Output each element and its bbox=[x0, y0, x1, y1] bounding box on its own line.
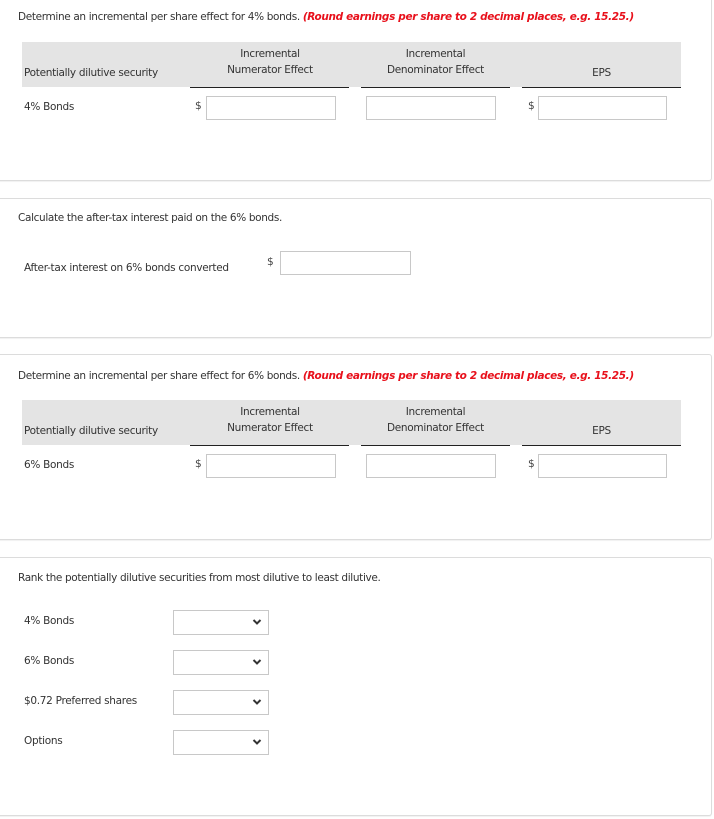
row-label-4pct-bonds: 4% Bonds bbox=[24, 101, 75, 113]
instruction-after-tax: Calculate the after-tax interest paid on… bbox=[18, 212, 282, 224]
instruction-text: Determine an incremental per share effec… bbox=[18, 11, 300, 23]
rank-label-6pct-bonds: 6% Bonds bbox=[24, 655, 75, 667]
header-numerator-line1: Incremental bbox=[240, 48, 300, 60]
header-security: Potentially dilutive security bbox=[24, 425, 158, 437]
eps-table-4pct: Potentially dilutive security Incrementa… bbox=[1, 42, 701, 132]
eps-input[interactable] bbox=[538, 454, 667, 478]
eps-table-6pct: Potentially dilutive security Incrementa… bbox=[1, 400, 701, 490]
header-underline-numerator bbox=[190, 87, 349, 88]
currency-symbol: $ bbox=[528, 458, 535, 470]
chevron-down-icon bbox=[252, 619, 262, 625]
denominator-effect-input[interactable] bbox=[366, 96, 496, 120]
eps-input[interactable] bbox=[538, 96, 667, 120]
panel-4pct-bonds-eps: Determine an incremental per share effec… bbox=[0, 0, 712, 181]
header-underline-numerator bbox=[190, 445, 349, 446]
rounding-hint: (Round earnings per share to 2 decimal p… bbox=[302, 11, 634, 23]
header-eps: EPS bbox=[592, 425, 611, 437]
header-underline-eps bbox=[522, 445, 681, 446]
header-security: Potentially dilutive security bbox=[24, 67, 158, 79]
rank-select-6pct-bonds[interactable] bbox=[173, 650, 269, 675]
header-numerator-line1: Incremental bbox=[240, 406, 300, 418]
after-tax-interest-input[interactable] bbox=[280, 251, 411, 275]
currency-symbol: $ bbox=[528, 100, 535, 112]
header-denominator-line2: Denominator Effect bbox=[386, 64, 485, 76]
instruction-6pct-eps: Determine an incremental per share effec… bbox=[18, 370, 634, 382]
header-underline-denominator bbox=[361, 445, 510, 446]
header-denominator-line1: Incremental bbox=[405, 48, 466, 60]
panel-after-tax-interest: Calculate the after-tax interest paid on… bbox=[0, 198, 712, 338]
rank-select-options[interactable] bbox=[173, 730, 269, 755]
header-denominator: Incremental Denominator Effect bbox=[361, 404, 510, 436]
header-underline-eps bbox=[522, 87, 681, 88]
header-denominator-line1: Incremental bbox=[405, 406, 466, 418]
chevron-down-icon bbox=[252, 699, 262, 705]
rank-label-4pct-bonds: 4% Bonds bbox=[24, 615, 75, 627]
row-label-6pct-bonds: 6% Bonds bbox=[24, 459, 75, 471]
numerator-effect-input[interactable] bbox=[206, 454, 336, 478]
rank-label-preferred-shares: $0.72 Preferred shares bbox=[24, 695, 137, 707]
header-numerator-line2: Numerator Effect bbox=[227, 64, 313, 76]
header-underline-denominator bbox=[361, 87, 510, 88]
panel-6pct-bonds-eps: Determine an incremental per share effec… bbox=[0, 354, 712, 540]
rank-select-4pct-bonds[interactable] bbox=[173, 610, 269, 635]
rank-label-options: Options bbox=[24, 735, 63, 747]
header-eps: EPS bbox=[592, 67, 611, 79]
instruction-4pct-eps: Determine an incremental per share effec… bbox=[18, 11, 634, 23]
rounding-hint: (Round earnings per share to 2 decimal p… bbox=[302, 370, 634, 382]
header-numerator: Incremental Numerator Effect bbox=[190, 404, 350, 436]
currency-symbol: $ bbox=[195, 458, 202, 470]
panel-rank-securities: Rank the potentially dilutive securities… bbox=[0, 557, 712, 816]
chevron-down-icon bbox=[252, 659, 262, 665]
numerator-effect-input[interactable] bbox=[206, 96, 336, 120]
instruction-rank: Rank the potentially dilutive securities… bbox=[18, 572, 381, 584]
header-denominator-line2: Denominator Effect bbox=[386, 422, 485, 434]
currency-symbol: $ bbox=[267, 256, 274, 268]
header-denominator: Incremental Denominator Effect bbox=[361, 46, 510, 78]
header-numerator: Incremental Numerator Effect bbox=[190, 46, 350, 78]
instruction-text: Determine an incremental per share effec… bbox=[18, 370, 300, 382]
denominator-effect-input[interactable] bbox=[366, 454, 496, 478]
chevron-down-icon bbox=[252, 739, 262, 745]
header-numerator-line2: Numerator Effect bbox=[227, 422, 313, 434]
currency-symbol: $ bbox=[195, 100, 202, 112]
rank-select-preferred-shares[interactable] bbox=[173, 690, 269, 715]
after-tax-interest-label: After-tax interest on 6% bonds converted bbox=[24, 262, 229, 274]
